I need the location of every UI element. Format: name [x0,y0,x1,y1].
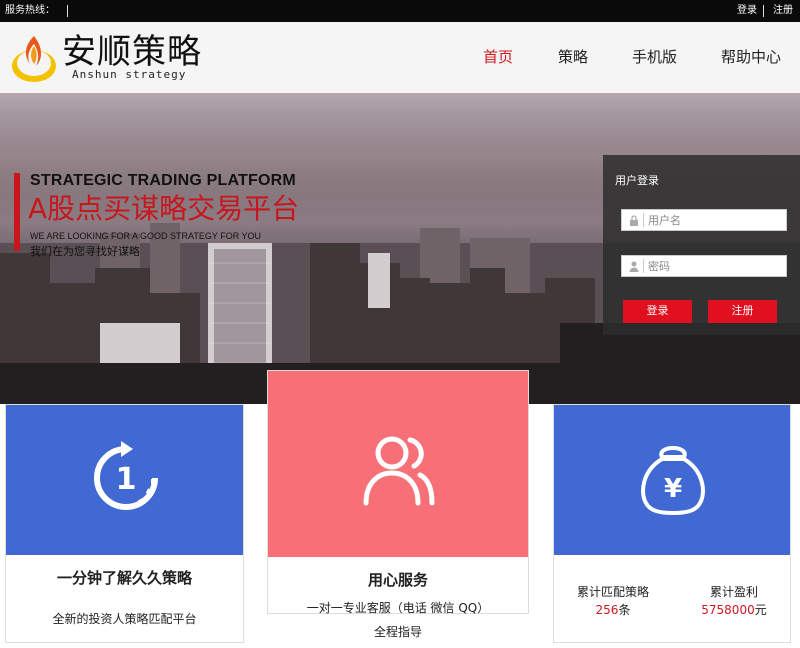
divider [643,213,644,227]
money-bag-icon: ¥ [641,446,705,515]
card-banner: 1 [6,405,243,555]
stat-number: 256 [595,603,619,617]
nav-mobile[interactable]: 手机版 [632,22,677,93]
card-banner [268,371,528,557]
user-icon [629,261,639,272]
login-title: 用户登录 [615,174,659,187]
card-banner: ¥ [554,405,790,555]
divider [67,5,68,17]
hero-headline-en: STRATEGIC TRADING PLATFORM [30,172,296,189]
service-card[interactable]: 用心服务 一对一专业客服（电话 微信 QQ） [267,370,529,615]
divider [763,5,764,17]
card-title: 一分钟了解久久策略 [56,569,192,587]
logo-subtitle: Anshun strategy [72,68,187,81]
login-button[interactable]: 登录 [623,300,692,323]
stat-label-profit: 累计盈利 [709,585,758,599]
stat-unit: 条 [618,603,631,617]
svg-text:¥: ¥ [664,474,682,504]
nav-strategy[interactable]: 策略 [558,22,588,93]
card-title: 用心服务 [367,571,428,589]
stats-card[interactable]: ¥ 累计匹配策略 256条 累计盈利 5758000元 [553,404,791,643]
stat-label-strategies: 累计匹配策略 [576,585,649,599]
stat-number: 5758000 [701,603,755,617]
users-icon [363,436,435,506]
top-login-link[interactable]: 登录 [737,0,757,22]
hotline-label: 服务热线： [5,5,55,16]
username-input[interactable] [648,211,784,229]
password-field[interactable] [621,255,787,277]
lock-icon [630,215,638,226]
divider [643,259,644,273]
svg-text:1: 1 [116,462,137,497]
card-text: 一对一专业客服（电话 微信 QQ） [306,601,490,615]
stat-value-strategies: 256条 [568,601,658,618]
flame-logo-icon[interactable] [10,32,58,84]
card-text: 全新的投资人策略匹配平台 [52,612,197,626]
one-minute-icon: 1 [94,441,158,510]
login-panel: 用户登录 登录 注册 [603,155,800,335]
card-text-line2: 全程指导 [373,625,422,639]
stat-value-profit: 5758000元 [684,601,784,618]
nav-home[interactable]: 首页 [483,22,513,93]
top-register-link[interactable]: 注册 [773,0,793,22]
top-bar: 服务热线： 登录 注册 [0,0,800,22]
hero-tagline-en: WE ARE LOOKING FOR A GOOD STRATEGY FOR Y… [30,231,262,241]
hero-accent-bar [14,173,20,251]
nav-help-center[interactable]: 帮助中心 [721,22,781,93]
register-button[interactable]: 注册 [708,300,777,323]
hero-headline-cn: A股点买谋略交易平台 [28,192,300,225]
hero-tagline-cn: 我们在为您寻找好谋略 [30,245,140,258]
password-input[interactable] [648,257,784,275]
username-field[interactable] [621,209,787,231]
intro-card[interactable]: 1 一分钟了解久久策略 全新的投资人策略匹配平台 [5,404,244,643]
header: 安顺策略 Anshun strategy 首页 策略 手机版 帮助中心 [0,22,800,93]
stat-unit: 元 [754,603,767,617]
